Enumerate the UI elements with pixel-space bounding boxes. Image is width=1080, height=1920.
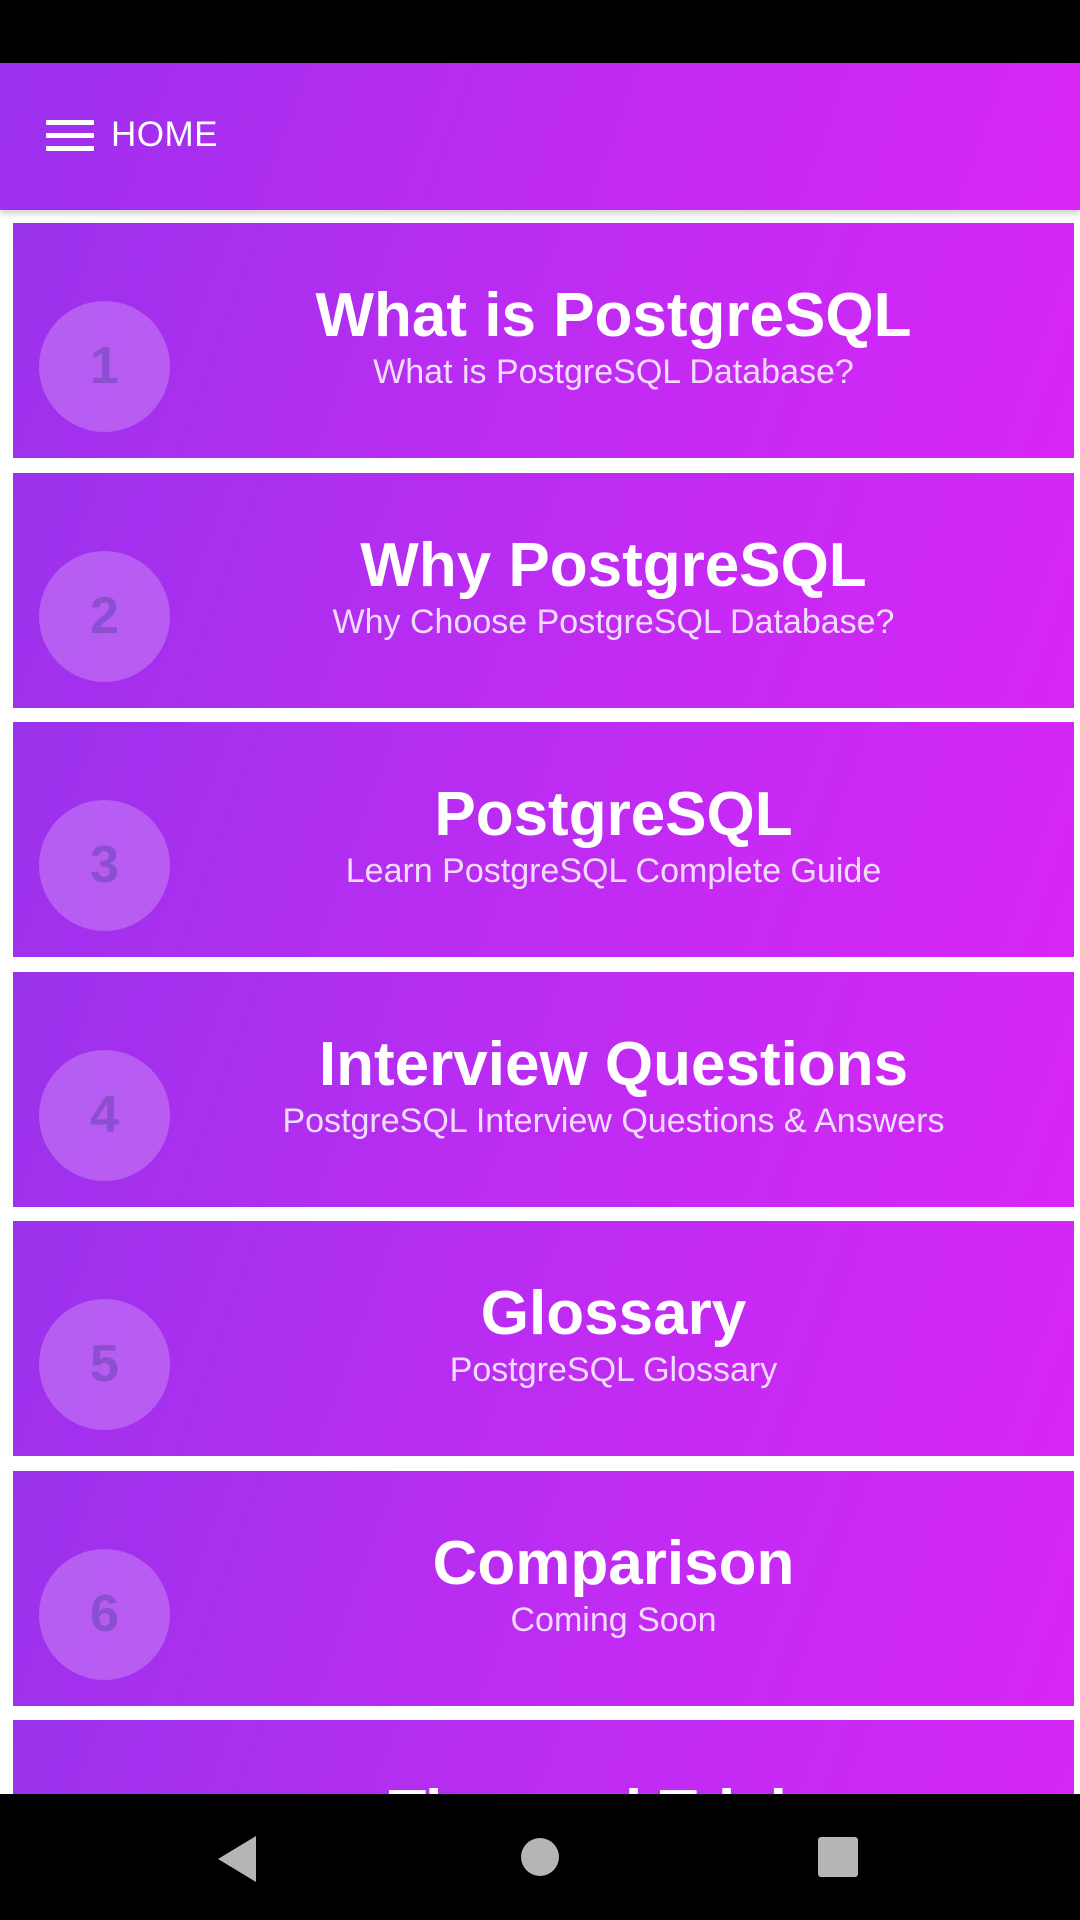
home-circle-icon[interactable]	[521, 1838, 559, 1876]
topic-title: Why PostgreSQL	[360, 531, 867, 600]
topic-title: What is PostgreSQL	[315, 281, 912, 350]
topic-card-tips-and-tricks[interactable]: 7 Tips and Tricks	[13, 1720, 1074, 1794]
topic-subtitle: PostgreSQL Interview Questions & Answers	[282, 1102, 945, 1140]
topic-subtitle: What is PostgreSQL Database?	[373, 353, 854, 391]
topic-title: Tips and Tricks	[173, 1778, 1054, 1794]
topic-number-badge: 6	[39, 1549, 170, 1680]
topic-number-badge: 4	[39, 1050, 170, 1181]
topic-list[interactable]: 1 What is PostgreSQL What is PostgreSQL …	[0, 210, 1080, 1794]
system-navigation-bar	[0, 1794, 1080, 1920]
topic-card-why-postgresql[interactable]: 2 Why PostgreSQL Why Choose PostgreSQL D…	[13, 473, 1074, 708]
topic-number-badge: 2	[39, 551, 170, 682]
topic-number-badge: 3	[39, 800, 170, 931]
menu-line	[46, 120, 94, 125]
topic-subtitle: Learn PostgreSQL Complete Guide	[345, 852, 882, 890]
topic-card-comparison[interactable]: 6 Comparison Coming Soon	[13, 1471, 1074, 1706]
topic-subtitle: Why Choose PostgreSQL Database?	[332, 603, 895, 641]
topic-card-glossary[interactable]: 5 Glossary PostgreSQL Glossary	[13, 1221, 1074, 1456]
topic-subtitle: Coming Soon	[510, 1601, 717, 1639]
topic-card-interview-questions[interactable]: 4 Interview Questions PostgreSQL Intervi…	[13, 972, 1074, 1207]
recents-square-icon[interactable]	[818, 1837, 858, 1877]
topic-title: Glossary	[480, 1279, 747, 1348]
menu-line	[46, 133, 94, 138]
topic-number-badge: 5	[39, 1299, 170, 1430]
page-title: HOME	[111, 115, 218, 154]
hamburger-menu-icon[interactable]	[46, 119, 94, 153]
status-bar	[0, 0, 1080, 63]
topic-card-what-is-postgresql[interactable]: 1 What is PostgreSQL What is PostgreSQL …	[13, 223, 1074, 458]
topic-card-postgresql-guide[interactable]: 3 PostgreSQL Learn PostgreSQL Complete G…	[13, 722, 1074, 957]
topic-title: Interview Questions	[318, 1030, 909, 1099]
topic-title: PostgreSQL	[434, 780, 793, 849]
topic-subtitle: PostgreSQL Glossary	[449, 1351, 778, 1389]
menu-line	[46, 146, 94, 151]
back-triangle-icon[interactable]	[218, 1836, 256, 1882]
app-bar: HOME	[0, 63, 1080, 210]
topic-number-badge: 1	[39, 301, 170, 432]
topic-title: Comparison	[432, 1529, 795, 1598]
